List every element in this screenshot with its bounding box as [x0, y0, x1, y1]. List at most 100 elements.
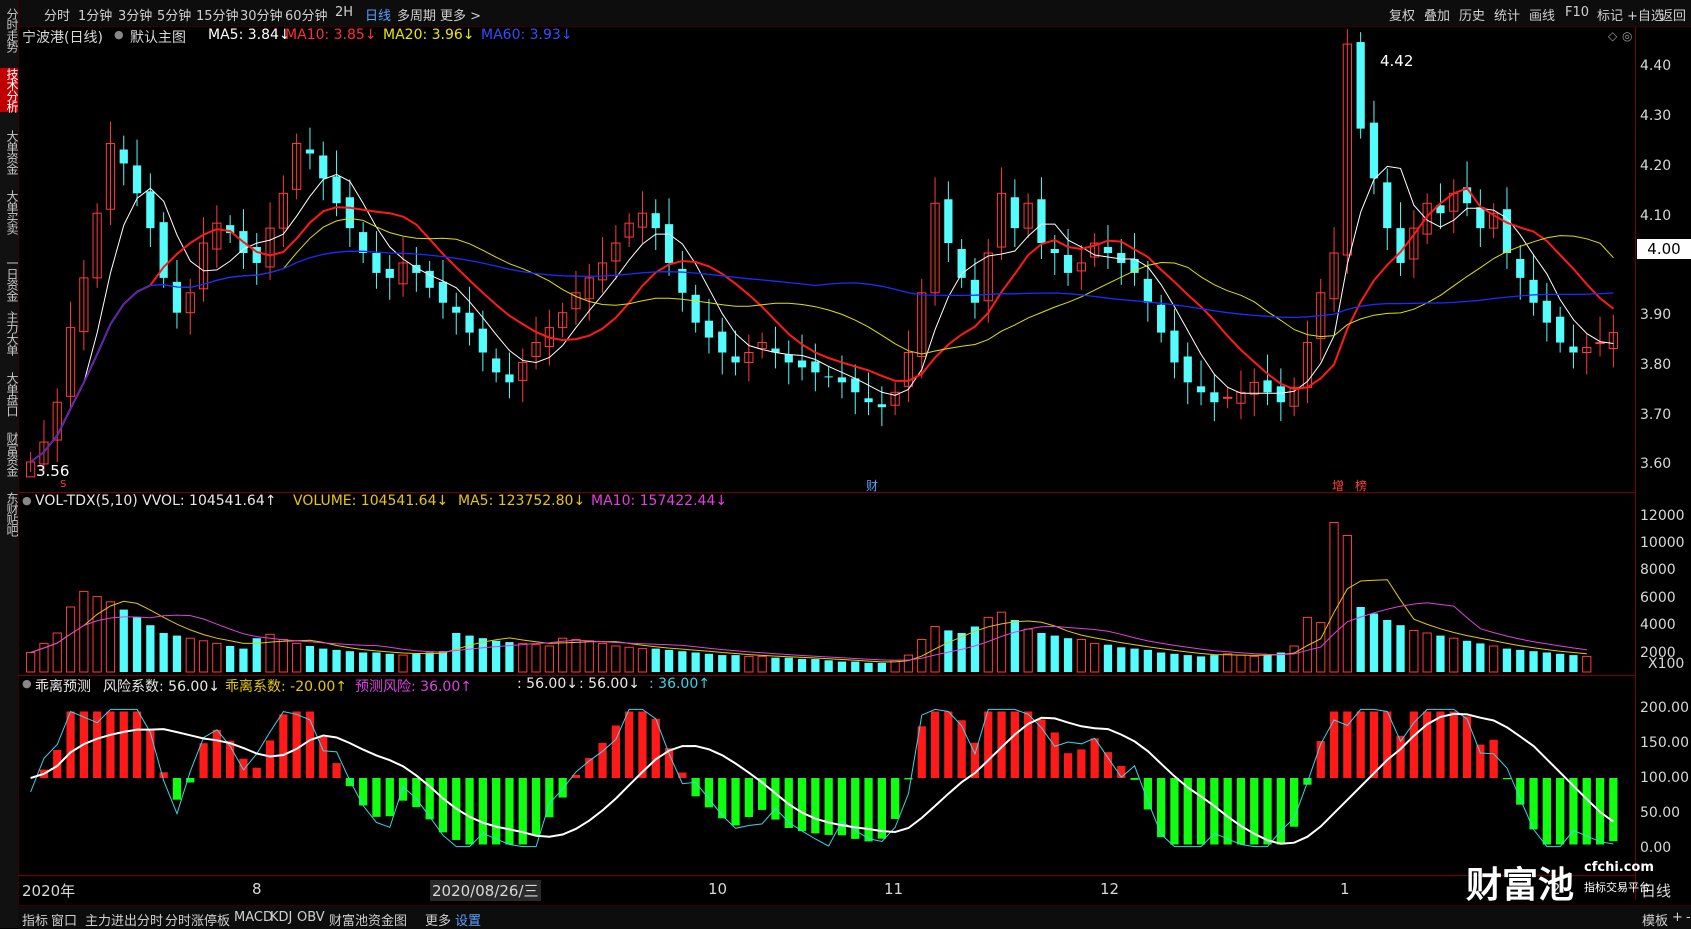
candle-body: [731, 356, 740, 363]
volume-tick: 2000: [1640, 645, 1676, 661]
event-marker-s[interactable]: S: [60, 479, 66, 490]
stock-chart[interactable]: [0, 0, 1691, 928]
candle-body: [811, 361, 820, 373]
vol-icon: ●: [22, 494, 32, 507]
indicator-bar: [1476, 744, 1485, 778]
volume-bar: [1103, 644, 1113, 672]
volume-bar: [65, 606, 76, 673]
template-name[interactable]: 默认主图: [130, 27, 186, 47]
volume-bar: [1302, 616, 1313, 673]
volume-bar: [970, 626, 980, 672]
volume-bar: [172, 635, 182, 672]
indicator-bar: [731, 778, 740, 826]
volume-bar: [544, 645, 554, 673]
volume-bar: [1223, 653, 1233, 673]
volume-bar: [505, 642, 514, 672]
candle-body: [1050, 249, 1059, 253]
candle-body: [505, 374, 514, 383]
settings-icon[interactable]: ◎: [1622, 29, 1632, 43]
bottom-tab-7[interactable]: 财富池资金图: [329, 910, 407, 929]
volume-bar: [1516, 649, 1525, 672]
bottom-tab-2[interactable]: 主力进出分时: [85, 910, 163, 929]
volume-bar: [452, 633, 461, 672]
candle-body: [877, 404, 886, 408]
indicator-bar: [265, 740, 275, 778]
candle-body: [1196, 386, 1206, 393]
volume-bar: [691, 652, 700, 672]
volume-bar: [278, 639, 288, 673]
bottom-tab-8[interactable]: 更多: [425, 910, 451, 929]
high-price-label: 4.42: [1380, 52, 1414, 70]
candle-body: [1063, 254, 1073, 273]
volume-bar: [1396, 625, 1405, 672]
indicator-bar: [159, 772, 168, 778]
vol-indicator-label[interactable]: VOL-TDX(5,10) VVOL: 104541.64↑: [35, 493, 276, 509]
candle-body: [704, 320, 714, 338]
volume-bar: [1210, 655, 1219, 672]
volume-bar: [571, 639, 581, 673]
indicator-bar: [1609, 778, 1618, 842]
candle-body: [492, 358, 501, 373]
template-icon[interactable]: ●: [114, 28, 124, 41]
volume-bar: [265, 633, 275, 673]
candle-body: [718, 331, 727, 353]
volume-bar: [664, 649, 674, 672]
indicator-bar: [1050, 732, 1059, 778]
volume-bar: [1236, 654, 1246, 673]
volume-bar: [398, 654, 408, 673]
ind-name[interactable]: 乖离预测: [35, 676, 91, 696]
low-price-label: 3.56: [36, 462, 70, 480]
ind-risk: 风险系数: 56.00↓: [103, 679, 220, 695]
volume-bar: [771, 657, 780, 672]
volume-tick: 6000: [1640, 590, 1676, 606]
bottom-tab-9[interactable]: 设置: [455, 910, 481, 929]
volume-bar: [1130, 648, 1139, 672]
volume-bar: [1476, 643, 1485, 672]
indicator-bar: [239, 758, 248, 778]
volume-bar: [212, 642, 222, 673]
bottom-right-2[interactable]: -: [1686, 910, 1691, 925]
indicator-bar: [1290, 778, 1299, 827]
indicator-bar: [372, 778, 381, 817]
indicator-bar: [332, 763, 341, 778]
candle-body: [1396, 228, 1405, 263]
bottom-right-1[interactable]: +: [1672, 910, 1683, 925]
bottom-tab-3[interactable]: 分时涨停板: [165, 910, 230, 929]
indicator-bar: [1170, 778, 1179, 845]
volume-bar: [198, 640, 209, 673]
candle-body: [1356, 42, 1365, 129]
indicator-bar: [1436, 711, 1445, 778]
volume-bar: [996, 611, 1007, 673]
bottom-tab-6[interactable]: OBV: [297, 910, 325, 925]
indicator-bar: [359, 778, 368, 806]
bottom-right-0[interactable]: 模板: [1642, 910, 1668, 929]
bottom-tab-0[interactable]: 指标: [22, 910, 48, 929]
indicator-bar: [438, 778, 448, 833]
event-marker-cai[interactable]: 财: [866, 477, 878, 494]
indicator-bar: [1010, 711, 1019, 778]
bottom-tab-4[interactable]: MACD: [234, 910, 273, 925]
event-marker-bang[interactable]: 榜: [1355, 477, 1367, 494]
indicator-bar: [824, 778, 833, 835]
bottom-tab-1[interactable]: 窗口: [51, 910, 77, 929]
indicator-bar: [146, 729, 155, 778]
volume-bar: [1582, 655, 1592, 673]
indicator-bar: [797, 778, 807, 832]
x-label-cursor-date: 2020/08/26/三: [430, 880, 541, 901]
indicator-tick: 150.00: [1640, 735, 1689, 751]
event-marker-zeng[interactable]: 增: [1332, 477, 1344, 494]
volume-bar: [811, 659, 820, 672]
vol-ma5-line: [30, 579, 1587, 663]
candle-body: [1595, 342, 1605, 345]
candle-body: [305, 149, 315, 154]
volume-bar: [1449, 637, 1459, 673]
indicator-bar: [132, 711, 142, 778]
bottom-tab-5[interactable]: KDJ: [270, 910, 292, 925]
expand-icon[interactable]: ◇: [1608, 29, 1617, 43]
volume-bar: [79, 590, 89, 673]
candle-body: [1143, 278, 1152, 303]
candle-body: [944, 199, 953, 244]
ind-predict: 预测风险: 36.00↑: [355, 679, 472, 695]
volume-bar: [1502, 648, 1512, 672]
volume-bar: [292, 642, 302, 673]
